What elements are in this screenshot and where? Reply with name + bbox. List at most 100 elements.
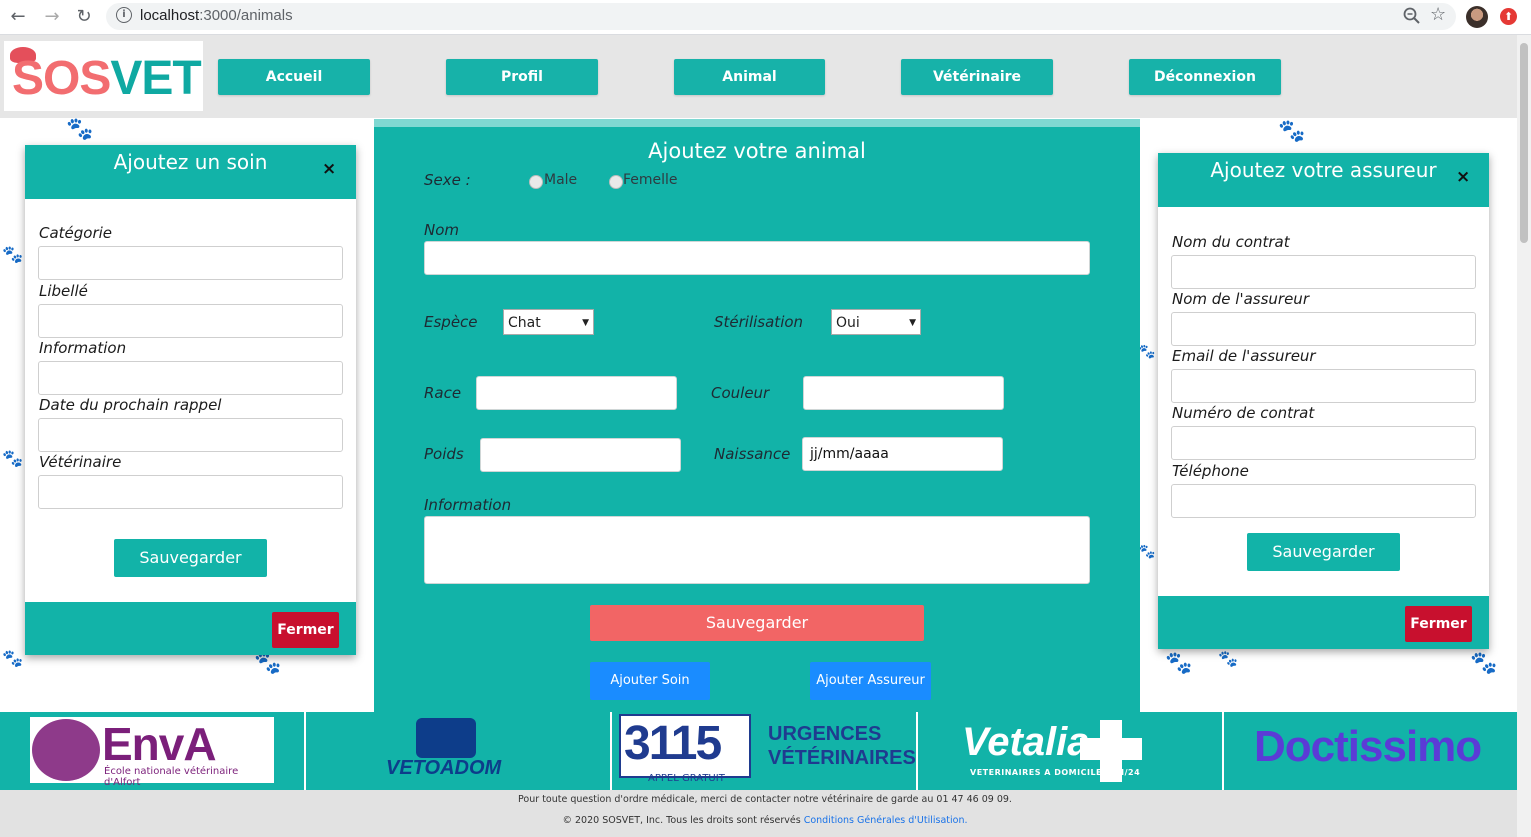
cgu-link[interactable]: Conditions Générales d'Utilisation.: [804, 815, 968, 826]
nav-veterinaire-button[interactable]: Vétérinaire: [901, 59, 1053, 95]
nom-label: Nom: [424, 221, 460, 239]
espece-select[interactable]: Chat ▼: [503, 309, 594, 335]
add-animal-form: Ajoutez votre animal Sexe : Male Femelle…: [374, 119, 1140, 727]
nav-accueil-button[interactable]: Accueil: [218, 59, 370, 95]
chevron-down-icon: ▼: [909, 318, 916, 328]
nom-assureur-label: Nom de l'assureur: [1172, 290, 1309, 308]
paw-icon: 🐾: [1470, 651, 1498, 676]
race-label: Race: [424, 384, 462, 402]
sterilisation-label: Stérilisation: [714, 313, 804, 331]
paw-icon: 🐾: [1218, 649, 1238, 668]
information-textarea[interactable]: [424, 516, 1090, 584]
partner-vetalia[interactable]: Vetalia VETERINAIRES A DOMICILE 24H/24: [918, 712, 1224, 790]
scroll-thumb[interactable]: [1520, 43, 1528, 243]
nav-deconnexion-button[interactable]: Déconnexion: [1129, 59, 1281, 95]
nom-assureur-input[interactable]: [1171, 312, 1476, 346]
paw-icon: 🐾: [1138, 344, 1156, 360]
nom-contrat-input[interactable]: [1171, 255, 1476, 289]
partner-enva[interactable]: EnvA École nationale vétérinaire d'Alfor…: [0, 712, 306, 790]
couleur-label: Couleur: [711, 384, 770, 402]
paw-icon: 🐾: [66, 117, 94, 142]
paw-icon: 🐾: [254, 651, 282, 676]
paw-icon: 🐾: [2, 245, 24, 265]
nav-profil-button[interactable]: Profil: [446, 59, 598, 95]
paw-icon: 🐾: [1278, 119, 1306, 144]
nom-input[interactable]: [424, 241, 1090, 275]
telephone-input[interactable]: [1171, 484, 1476, 518]
vetoadom-cross-icon: [416, 718, 476, 758]
back-arrow-icon[interactable]: ←: [6, 5, 30, 29]
sterilisation-select[interactable]: Oui ▼: [831, 309, 921, 335]
naissance-label: Naissance: [714, 445, 791, 463]
radio-male-label[interactable]: Male: [544, 172, 577, 188]
close-icon[interactable]: ×: [1456, 167, 1470, 187]
site-footer: Pour toute question d'ordre médicale, me…: [0, 790, 1517, 837]
add-assureur-button[interactable]: Ajouter Assureur: [810, 662, 931, 700]
paw-icon: 🐾: [2, 649, 24, 669]
espece-label: Espèce: [424, 313, 478, 331]
nom-contrat-label: Nom du contrat: [1172, 233, 1290, 251]
veterinaire-input[interactable]: [38, 475, 343, 509]
veterinaire-label: Vétérinaire: [39, 453, 122, 471]
avatar[interactable]: [1466, 6, 1488, 28]
add-assureur-modal: Ajoutez votre assureur × Nom du contrat …: [1158, 153, 1489, 649]
logo[interactable]: SOSVET: [4, 41, 203, 111]
modal-title: Ajoutez un soin: [113, 150, 268, 174]
zoom-icon[interactable]: [1402, 6, 1422, 26]
radio-male[interactable]: [529, 175, 543, 189]
page: SOSVET Accueil Profil Animal Vétérinaire…: [0, 35, 1517, 837]
add-soin-button[interactable]: Ajouter Soin: [590, 662, 710, 700]
chevron-down-icon: ▼: [582, 318, 589, 328]
information-label: Information: [424, 496, 512, 514]
address-bar[interactable]: i localhost:3000/animals ☆: [106, 3, 1456, 30]
radio-femelle-label[interactable]: Femelle: [623, 172, 678, 188]
modal-footer: Fermer: [25, 602, 356, 655]
date-rappel-input[interactable]: [38, 418, 343, 452]
save-soin-button[interactable]: Sauvegarder: [114, 539, 267, 577]
partner-3115[interactable]: 3115 APPEL GRATUIT URGENCES VÉTÉRINAIRES: [612, 712, 918, 790]
categorie-input[interactable]: [38, 246, 343, 280]
naissance-date-input[interactable]: jj/mm/aaaa: [802, 437, 1003, 471]
categorie-label: Catégorie: [39, 224, 113, 242]
sexe-label: Sexe :: [424, 171, 471, 189]
partner-doctissimo[interactable]: Doctissimo: [1224, 712, 1517, 790]
modal-title: Ajoutez votre assureur: [1210, 158, 1437, 182]
save-animal-button[interactable]: Sauvegarder: [590, 605, 924, 641]
libelle-input[interactable]: [38, 304, 343, 338]
modal-footer: Fermer: [1158, 596, 1489, 649]
paw-icon: 🐾: [2, 449, 24, 469]
radio-femelle[interactable]: [609, 175, 623, 189]
fermer-button[interactable]: Fermer: [272, 612, 339, 648]
nav-animal-button[interactable]: Animal: [674, 59, 825, 95]
numero-contrat-label: Numéro de contrat: [1172, 404, 1315, 422]
enva-seal-icon: [32, 719, 100, 781]
site-header: SOSVET Accueil Profil Animal Vétérinaire…: [0, 35, 1517, 118]
numero-contrat-input[interactable]: [1171, 426, 1476, 460]
star-icon[interactable]: ☆: [1430, 4, 1446, 25]
extension-icon[interactable]: ⬆: [1500, 8, 1517, 25]
footer-copyright: © 2020 SOSVET, Inc. Tous les droits sont…: [562, 815, 968, 826]
fermer-button[interactable]: Fermer: [1405, 606, 1472, 642]
information-label: Information: [39, 339, 127, 357]
telephone-label: Téléphone: [1172, 462, 1249, 480]
poids-input[interactable]: [480, 438, 681, 472]
paw-icon: 🐾: [1138, 544, 1156, 560]
reload-icon[interactable]: ↻: [72, 5, 96, 29]
form-title: Ajoutez votre animal: [648, 139, 866, 163]
close-icon[interactable]: ×: [322, 159, 336, 179]
add-soin-modal: Ajoutez un soin × Catégorie Libellé Info…: [25, 145, 356, 655]
info-icon[interactable]: i: [116, 7, 132, 23]
url-text: localhost:3000/animals: [140, 7, 293, 24]
partner-vetoadom[interactable]: VETOADOM: [306, 712, 612, 790]
information-input[interactable]: [38, 361, 343, 395]
page-scrollbar[interactable]: [1517, 35, 1531, 837]
couleur-input[interactable]: [803, 376, 1004, 410]
modal-header: Ajoutez votre assureur ×: [1158, 153, 1489, 207]
email-assureur-input[interactable]: [1171, 369, 1476, 403]
browser-toolbar: ← → ↻ i localhost:3000/animals ☆ ⬆: [0, 0, 1531, 35]
save-assureur-button[interactable]: Sauvegarder: [1247, 533, 1400, 571]
enva-logo: EnvA École nationale vétérinaire d'Alfor…: [30, 717, 274, 788]
race-input[interactable]: [476, 376, 677, 410]
paw-icon: 🐾: [1165, 651, 1193, 676]
forward-arrow-icon[interactable]: →: [40, 5, 64, 29]
